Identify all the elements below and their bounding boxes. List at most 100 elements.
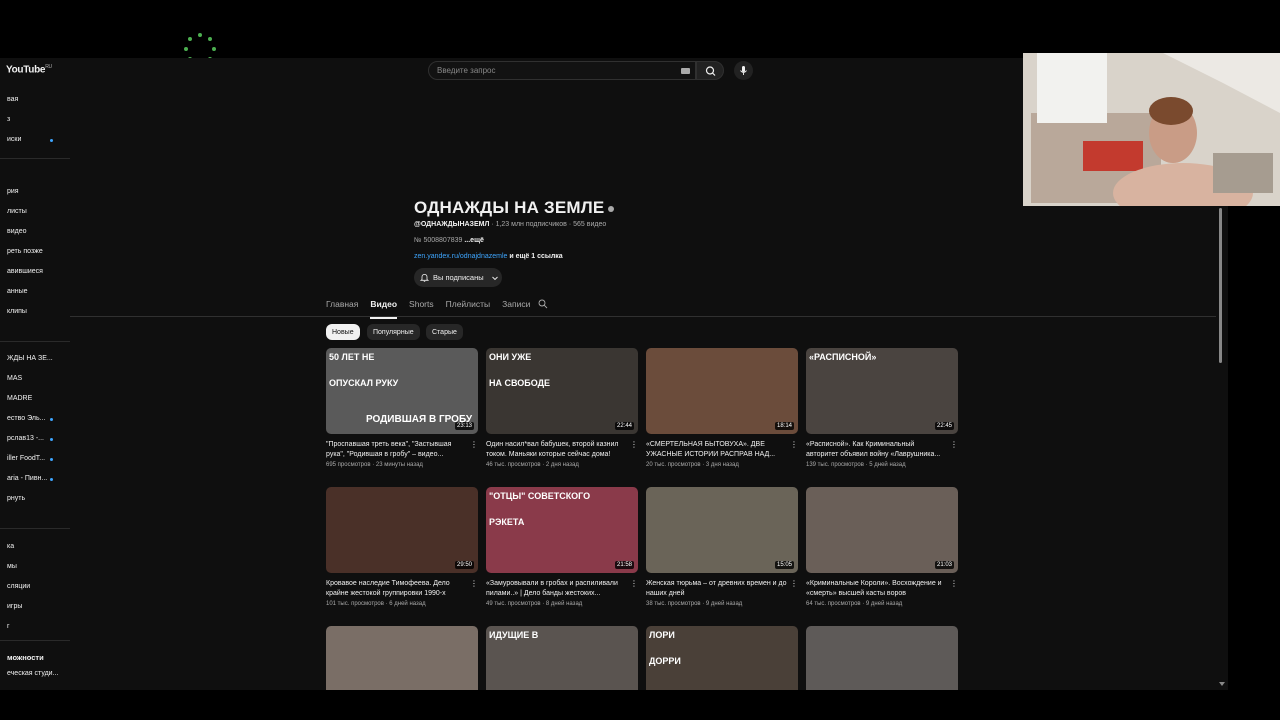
more-options-icon[interactable]: ⋮: [630, 440, 638, 450]
more-options-icon[interactable]: ⋮: [790, 579, 798, 589]
video-card[interactable]: 21:03 «Криминальные Короли». Восхождение …: [806, 487, 958, 607]
scroll-down-arrow-icon[interactable]: [1219, 682, 1225, 686]
video-card[interactable]: 50 ЛЕТ НЕ ОПУСКАЛ РУКУ РОДИВШАЯ В ГРОБУ 23:…: [326, 348, 478, 468]
video-card[interactable]: ИДУЩИЕ В: [486, 626, 638, 690]
sidebar-item[interactable]: анные: [7, 288, 28, 295]
more-options-icon[interactable]: ⋮: [470, 440, 478, 450]
more-options-icon[interactable]: ⋮: [950, 440, 958, 450]
video-thumbnail[interactable]: 29:50: [326, 487, 478, 573]
thumbnail-caption: ЛОРИ: [649, 630, 675, 640]
video-thumbnail[interactable]: 50 ЛЕТ НЕ ОПУСКАЛ РУКУ РОДИВШАЯ В ГРОБУ 23:…: [326, 348, 478, 434]
video-card[interactable]: 18:14 «СМЕРТЕЛЬНАЯ БЫТОВУХА». ДВЕ УЖАСНЫЕ…: [646, 348, 798, 468]
keyboard-icon[interactable]: [681, 68, 690, 74]
sidebar-item[interactable]: рнуть: [7, 495, 25, 502]
thumbnail-caption: ОПУСКАЛ РУКУ: [329, 378, 399, 388]
sidebar-item[interactable]: клипы: [7, 308, 27, 315]
video-thumbnail[interactable]: ОНИ УЖЕ НА СВОБОДЕ 22:44: [486, 348, 638, 434]
thumbnail-caption: ИДУЩИЕ В: [489, 630, 539, 640]
video-card[interactable]: 15:05 Женская тюрьма – от древних времен …: [646, 487, 798, 607]
sidebar-item[interactable]: aria - Пивн...: [7, 475, 47, 482]
video-card[interactable]: ЛОРИ ДОРРИ: [646, 626, 798, 690]
more-options-icon[interactable]: ⋮: [470, 579, 478, 589]
subscribed-button[interactable]: Вы подписаны: [414, 268, 502, 287]
channel-stats: · 1,23 млн подписчиков · 565 видео: [489, 221, 607, 228]
video-thumbnail[interactable]: [326, 626, 478, 690]
sidebar-item[interactable]: еческая студи...: [7, 670, 58, 677]
sidebar-item[interactable]: сляции: [7, 583, 30, 590]
search-button[interactable]: [696, 61, 724, 80]
video-thumbnail[interactable]: 15:05: [646, 487, 798, 573]
video-title-text: «СМЕРТЕЛЬНАЯ БЫТОВУХА». ДВЕ УЖАСНЫЕ ИСТО…: [646, 441, 776, 458]
video-card[interactable]: ОНИ УЖЕ НА СВОБОДЕ 22:44 Один насил*вал баб…: [486, 348, 638, 468]
channel-description[interactable]: № 5008807839 ...ещё: [414, 237, 484, 244]
search-input[interactable]: Введите запрос: [437, 66, 496, 75]
sidebar-item[interactable]: MAS: [7, 375, 22, 382]
video-card[interactable]: 29:50 Кровавое наследие Тимофеева. Дело к…: [326, 487, 478, 607]
sidebar-item[interactable]: видео: [7, 228, 27, 235]
verified-icon: [608, 205, 615, 212]
channel-links[interactable]: zen.yandex.ru/odnajdnazemle и ещё 1 ссыл…: [414, 253, 563, 260]
video-thumbnail[interactable]: ЛОРИ ДОРРИ: [646, 626, 798, 690]
sidebar-item[interactable]: листы: [7, 208, 27, 215]
channel-meta: @ОДНАЖДЫНАЗЕМЛ · 1,23 млн подписчиков · …: [414, 221, 606, 228]
search-box[interactable]: Введите запрос: [428, 61, 696, 80]
live-indicator-dot: [50, 478, 53, 481]
sidebar-item[interactable]: авившиеся: [7, 268, 43, 275]
video-title[interactable]: Один насил*вал бабушек, второй казнил то…: [486, 440, 638, 459]
video-card[interactable]: [806, 626, 958, 690]
video-thumbnail[interactable]: ИДУЩИЕ В: [486, 626, 638, 690]
video-thumbnail[interactable]: 21:03: [806, 487, 958, 573]
channel-search-icon[interactable]: [538, 299, 548, 309]
voice-search-button[interactable]: [734, 61, 753, 80]
video-title[interactable]: «Криминальные Короли». Восхождение и «см…: [806, 579, 958, 598]
chip-newest[interactable]: Новые: [326, 324, 360, 340]
logo-text: YouTube: [6, 64, 46, 76]
video-card[interactable]: "ОТЦЫ" СОВЕТСКОГО РЭКЕТА 21:58 «Замуровывал…: [486, 487, 638, 607]
chip-popular[interactable]: Популярные: [367, 324, 420, 340]
sidebar-item[interactable]: игры: [7, 603, 22, 610]
video-title[interactable]: Женская тюрьма – от древних времен и до …: [646, 579, 798, 598]
video-thumbnail[interactable]: «РАСПИСНОЙ» 22:45: [806, 348, 958, 434]
sidebar-item[interactable]: реть позже: [7, 248, 43, 255]
description-more-link[interactable]: ...ещё: [462, 237, 484, 244]
video-duration: 23:13: [454, 422, 474, 430]
video-title[interactable]: "Проспавшая треть века", "Застывшая рука…: [326, 440, 478, 459]
sidebar-item[interactable]: MADRE: [7, 395, 32, 402]
video-title[interactable]: «СМЕРТЕЛЬНАЯ БЫТОВУХА». ДВЕ УЖАСНЫЕ ИСТО…: [646, 440, 798, 459]
sidebar-item[interactable]: г: [7, 623, 10, 630]
more-options-icon[interactable]: ⋮: [630, 579, 638, 589]
scrollbar[interactable]: [1219, 208, 1222, 363]
live-indicator-dot: [50, 418, 53, 421]
sidebar-item[interactable]: ество Эль...: [7, 415, 45, 422]
sidebar-item[interactable]: ка: [7, 543, 14, 550]
video-thumbnail[interactable]: 18:14: [646, 348, 798, 434]
video-card[interactable]: [326, 626, 478, 690]
video-thumbnail[interactable]: "ОТЦЫ" СОВЕТСКОГО РЭКЕТА 21:58: [486, 487, 638, 573]
sidebar-item[interactable]: ЖДЫ НА ЗЕ...: [7, 355, 53, 362]
sidebar-item[interactable]: вая: [7, 96, 18, 103]
youtube-logo[interactable]: YouTubeRU: [6, 64, 52, 75]
sidebar-item[interactable]: рслав13 -...: [7, 435, 44, 442]
more-options-icon[interactable]: ⋮: [790, 440, 798, 450]
more-options-icon[interactable]: ⋮: [950, 579, 958, 589]
sidebar-item[interactable]: iller FoodT...: [7, 455, 45, 462]
sidebar-item[interactable]: рия: [7, 188, 19, 195]
video-title[interactable]: Кровавое наследие Тимофеева. Дело крайне…: [326, 579, 478, 598]
video-title[interactable]: «Расписной». Как Криминальный авторитет …: [806, 440, 958, 459]
video-thumbnail[interactable]: [806, 626, 958, 690]
sidebar-item[interactable]: иски: [7, 136, 21, 143]
video-duration: 22:44: [614, 422, 634, 430]
channel-link-more[interactable]: и ещё 1 ссылка: [507, 253, 562, 260]
channel-link-url[interactable]: zen.yandex.ru/odnajdnazemle: [414, 253, 507, 260]
chip-oldest[interactable]: Старые: [426, 324, 463, 340]
sidebar-item[interactable]: мы: [7, 563, 17, 570]
sidebar-item[interactable]: можности: [7, 653, 44, 662]
subscribed-label: Вы подписаны: [433, 273, 484, 282]
video-meta: 46 тыс. просмотров · 2 дня назад: [486, 462, 579, 468]
video-card[interactable]: «РАСПИСНОЙ» 22:45 «Расписной». Как Кримина…: [806, 348, 958, 468]
live-indicator-dot: [50, 139, 53, 142]
video-title[interactable]: «Замуровывали в гробах и распиливали пил…: [486, 579, 638, 598]
sidebar-item[interactable]: з: [7, 116, 10, 123]
video-meta: 64 тыс. просмотров · 9 дней назад: [806, 601, 903, 607]
live-indicator-dot: [50, 458, 53, 461]
